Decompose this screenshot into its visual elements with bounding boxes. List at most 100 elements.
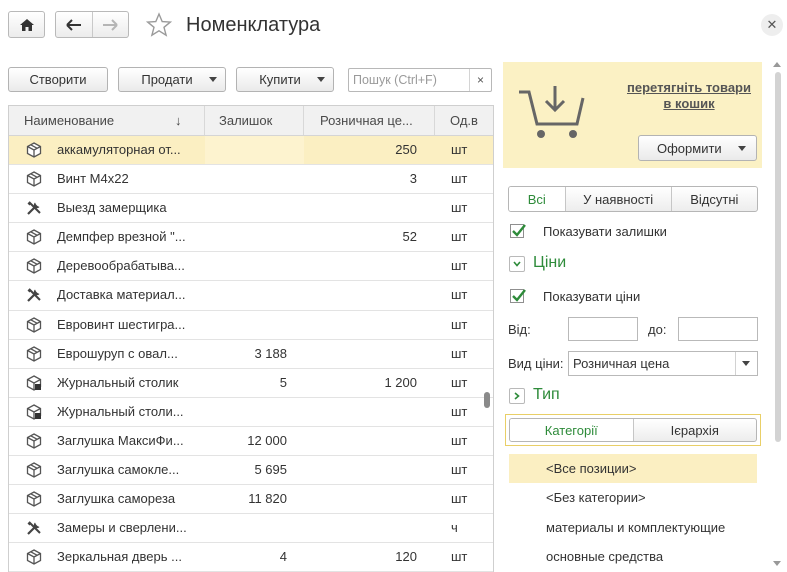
category-item[interactable]: <Все позиции> [509,454,757,484]
box-icon [26,433,42,449]
panel-scrollbar[interactable] [775,72,781,442]
item-unit: шт [451,549,468,565]
tab-hierarchy[interactable]: Ієрархія [632,419,757,441]
category-item[interactable]: основные средства [509,542,757,571]
category-item[interactable]: материалы и комплектующие [509,513,757,542]
chevron-down-icon [742,361,750,366]
cart-drop-zone[interactable]: перетягніть товари в кошик Оформити [503,62,762,168]
price-type-select[interactable]: Розничная цена [568,351,758,376]
table-row[interactable]: Заглушка самокле... 5 695 шт [9,456,493,486]
arrow-right-icon [103,18,118,31]
box-icon [26,462,42,478]
table-row[interactable]: Зеркальная дверь ... 4 120 шт [9,543,493,572]
item-name: Евровинт шестигра... [57,316,186,332]
table-row[interactable]: аккамуляторная от... 250 шт [9,136,493,166]
table-row[interactable]: Винт М4х22 3 шт [9,165,493,195]
sort-arrow-icon: ↓ [175,113,182,128]
table-row[interactable]: Журнальный столи... шт [9,397,493,427]
table-row[interactable]: Доставка материал... шт [9,281,493,311]
tab-missing[interactable]: Відсутні [672,187,757,211]
column-header-price[interactable]: Розничная це... [304,106,435,135]
box-icon [26,171,42,187]
back-button[interactable] [56,12,92,37]
stock-cell-highlight [205,136,304,164]
item-price: 120 [395,549,417,565]
set-icon [26,404,42,420]
item-name: Журнальный столик [57,374,179,390]
home-button[interactable] [8,11,45,38]
favorite-star-icon[interactable] [145,12,173,38]
type-section-title[interactable]: Тип [533,386,560,404]
table-header: Наименование ↓ Залишок Розничная це... О… [9,106,493,136]
sell-button-label: Продати [141,72,193,87]
chevron-right-icon [514,392,520,400]
table-row[interactable]: Заглушка самореза 11 820 шт [9,485,493,515]
price-to-input[interactable] [678,317,758,341]
table-scrollbar[interactable] [484,392,490,408]
item-name: Заглушка самокле... [57,462,180,478]
table-row[interactable]: Заглушка МаксиФи... 12 000 шт [9,426,493,457]
item-name: Демпфер врезной "... [57,229,186,245]
table-row[interactable]: Еврошуруп с овал... 3 188 шт [9,339,493,369]
history-navigation [55,11,129,38]
price-type-dropdown-button[interactable] [735,352,757,375]
clear-icon: × [476,73,484,87]
tools-icon [26,200,42,216]
forward-button[interactable] [91,12,129,37]
price-to-label: до: [648,322,667,337]
column-header-name-label: Наименование [24,113,115,128]
tab-categories[interactable]: Категорії [510,419,633,441]
table-row[interactable]: Замеры и сверлени... ч [9,514,493,544]
buy-button-label: Купити [259,72,301,87]
category-item[interactable]: <Без категории> [509,483,757,512]
show-stock-checkbox[interactable] [510,224,526,238]
tab-all[interactable]: Всі [509,187,566,211]
scroll-down-icon[interactable] [773,561,781,566]
chevron-down-icon [209,77,217,82]
price-from-input[interactable] [568,317,638,341]
column-header-name[interactable]: Наименование ↓ [9,106,205,135]
column-header-stock[interactable]: Залишок [205,106,304,135]
item-name: Журнальный столи... [57,403,184,419]
item-unit: шт [451,374,468,390]
close-icon: ✕ [766,17,778,32]
item-unit: шт [451,432,468,448]
type-section-toggle[interactable] [509,388,525,404]
table-row[interactable]: Демпфер врезной "... 52 шт [9,223,493,253]
stock-filter-tabs: Всі У наявності Відсутні [508,186,758,212]
table-row[interactable]: Журнальный столик 5 1 200 шт [9,368,493,398]
sell-button[interactable]: Продати [118,67,226,92]
close-button[interactable]: ✕ [761,14,783,36]
item-price: 3 [409,171,417,187]
prices-section-toggle[interactable] [509,256,525,272]
item-name: Заглушка МаксиФи... [57,432,184,448]
arrow-left-icon [66,18,81,31]
cart-drag-hint[interactable]: перетягніть товари в кошик [623,80,755,112]
checkmark-icon [512,289,526,302]
chevron-down-icon [317,77,325,82]
scroll-up-icon[interactable] [773,62,781,67]
column-header-unit[interactable]: Од.в [435,106,493,135]
box-icon [26,229,42,246]
prices-section-title[interactable]: Ціни [533,254,566,272]
table-row[interactable]: Выезд замерщика шт [9,194,493,224]
item-price: 1 200 [384,374,417,390]
chevron-down-icon [513,261,521,267]
tab-in-stock[interactable]: У наявності [566,187,672,211]
cart-icon [519,86,585,138]
item-name: Еврошуруп с овал... [57,345,178,361]
buy-button[interactable]: Купити [236,67,334,92]
item-unit: шт [451,142,468,157]
create-button[interactable]: Створити [8,67,108,92]
checkout-button[interactable]: Оформити [638,135,757,161]
show-stock-label: Показувати залишки [543,224,667,239]
clear-search-button[interactable]: × [469,69,491,91]
table-row[interactable]: Евровинт шестигра... шт [9,310,493,340]
items-table: Наименование ↓ Залишок Розничная це... О… [8,105,494,572]
search-input[interactable] [349,69,469,91]
set-icon [26,375,42,391]
table-row[interactable]: Деревообрабатыва... шт [9,252,493,282]
show-prices-checkbox[interactable] [510,289,526,303]
checkout-button-label: Оформити [657,140,722,156]
price-from-label: Від: [508,322,531,337]
